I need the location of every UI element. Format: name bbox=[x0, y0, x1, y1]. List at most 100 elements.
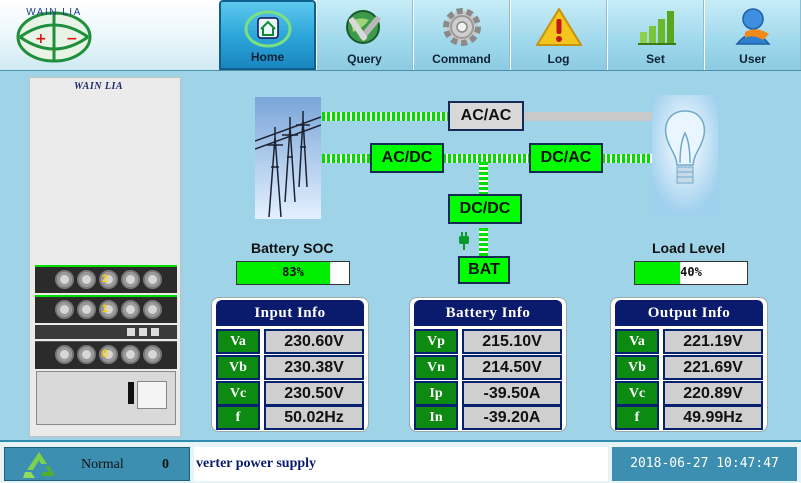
battery-row-ip: Ip -39.50A bbox=[414, 381, 562, 406]
tab-set[interactable]: Set bbox=[607, 0, 704, 70]
power-module-0: 0 bbox=[35, 341, 177, 369]
input-info-panel: Input Info Va 230.60V Vb 230.38V Vc 230.50V… bbox=[211, 297, 369, 432]
main-nav: Home Query Command Log Set User bbox=[219, 0, 801, 70]
output-row-va: Va 221.19V bbox=[615, 329, 763, 354]
tab-command[interactable]: Command bbox=[413, 0, 510, 70]
fan-icon bbox=[55, 345, 74, 364]
fan-icon bbox=[121, 270, 140, 289]
status-bar: Normal 0 verter power supply 2018-06-27 … bbox=[0, 440, 801, 483]
header-bar: + − WAIN LIA Home Query Command Log Set … bbox=[0, 0, 801, 71]
load-level-bar: 40% bbox=[634, 261, 748, 285]
tab-query[interactable]: Query bbox=[316, 0, 413, 70]
output-row-vc: Vc 220.89V bbox=[615, 381, 763, 406]
fan-icon bbox=[55, 270, 74, 289]
tab-home[interactable]: Home bbox=[219, 0, 316, 70]
input-line bbox=[322, 154, 370, 163]
input-info-title: Input Info bbox=[216, 300, 364, 326]
ups-cabinet-image: WAIN LIA 2 1 0 bbox=[29, 77, 181, 437]
battery-row-vn: Vn 214.50V bbox=[414, 355, 562, 380]
bar-chart-icon bbox=[637, 11, 676, 45]
input-row-vc: Vc 230.50V bbox=[216, 381, 364, 406]
battery-info-panel: Battery Info Vp 215.10V Vn 214.50V Ip -39.5… bbox=[409, 297, 567, 432]
status-left-panel[interactable]: Normal 0 bbox=[4, 447, 190, 481]
user-icon bbox=[734, 8, 771, 45]
fan-icon bbox=[143, 270, 162, 289]
status-message: verter power supply bbox=[196, 456, 317, 471]
output-value: 49.99Hz bbox=[663, 405, 763, 430]
battery-key: Vn bbox=[414, 355, 458, 380]
bypass-line bbox=[322, 112, 448, 121]
tab-home-label: Home bbox=[250, 50, 285, 64]
fan-icon bbox=[121, 300, 140, 319]
battery-soc-caption: Battery SOC bbox=[251, 240, 334, 256]
status-message-ticker: verter power supply bbox=[194, 447, 608, 481]
ac-ac-label: AC/AC bbox=[460, 107, 512, 124]
battery-block: BAT bbox=[458, 256, 510, 284]
battery-key: Ip bbox=[414, 381, 458, 406]
output-value: 221.69V bbox=[663, 355, 763, 380]
warning-icon bbox=[535, 8, 582, 46]
battery-value: -39.50A bbox=[462, 381, 562, 406]
module-number: 2 bbox=[102, 273, 109, 285]
output-value: 221.19V bbox=[663, 329, 763, 354]
svg-text:WAIN LIA: WAIN LIA bbox=[26, 7, 82, 18]
home-icon bbox=[244, 10, 291, 48]
dc-bus-vertical-line bbox=[479, 162, 488, 194]
battery-info-title: Battery Info bbox=[414, 300, 562, 326]
dc-ac-block: DC/AC bbox=[529, 143, 603, 173]
status-mode: Normal bbox=[81, 457, 124, 472]
power-module-2: 2 bbox=[35, 265, 177, 293]
port-icon bbox=[127, 328, 135, 336]
output-key: Vc bbox=[615, 381, 659, 406]
fan-icon bbox=[77, 300, 96, 319]
fan-icon bbox=[143, 300, 162, 319]
fan-icon bbox=[143, 345, 162, 364]
ac-dc-block: AC/DC bbox=[370, 143, 444, 173]
bypass-output-line bbox=[524, 112, 652, 121]
output-key: Va bbox=[615, 329, 659, 354]
battery-value: 215.10V bbox=[462, 329, 562, 354]
input-key: Vb bbox=[216, 355, 260, 380]
tab-user-label: User bbox=[739, 52, 766, 66]
dc-dc-label: DC/DC bbox=[459, 200, 511, 217]
ac-dc-label: AC/DC bbox=[381, 149, 433, 166]
output-info-title: Output Info bbox=[615, 300, 763, 326]
svg-text:+: + bbox=[35, 31, 47, 47]
tab-log-label: Log bbox=[547, 52, 570, 66]
module-number: 1 bbox=[102, 303, 109, 315]
tab-user[interactable]: User bbox=[704, 0, 801, 70]
fan-icon bbox=[55, 300, 74, 319]
input-key: Va bbox=[216, 329, 260, 354]
input-row-f: f 50.02Hz bbox=[216, 405, 364, 430]
breaker-panel bbox=[36, 371, 176, 425]
battery-key: In bbox=[414, 405, 458, 430]
tab-query-label: Query bbox=[347, 52, 382, 66]
company-logo: + − WAIN LIA bbox=[16, 7, 92, 63]
plug-icon bbox=[459, 232, 469, 250]
input-key: f bbox=[216, 405, 260, 430]
output-row-vb: Vb 221.69V bbox=[615, 355, 763, 380]
status-code: 0 bbox=[162, 457, 169, 472]
battery-soc-bar: 83% bbox=[236, 261, 350, 285]
ac-ac-block: AC/AC bbox=[448, 101, 524, 131]
input-value: 230.60V bbox=[264, 329, 364, 354]
fan-icon bbox=[121, 345, 140, 364]
battery-value: -39.20A bbox=[462, 405, 562, 430]
battery-value: 214.50V bbox=[462, 355, 562, 380]
breaker-switch bbox=[137, 381, 167, 409]
load-level-value: 40% bbox=[680, 265, 702, 279]
breaker-handle bbox=[128, 382, 134, 404]
output-info-panel: Output Info Va 221.19V Vb 221.69V Vc 220.89… bbox=[610, 297, 768, 432]
light-bulb-icon bbox=[652, 95, 718, 215]
tab-log[interactable]: Log bbox=[510, 0, 607, 70]
status-datetime: 2018-06-27 10:47:47 bbox=[612, 447, 797, 481]
input-row-vb: Vb 230.38V bbox=[216, 355, 364, 380]
fan-icon bbox=[77, 345, 96, 364]
battery-line bbox=[479, 228, 488, 256]
tab-set-label: Set bbox=[646, 52, 665, 66]
gear-icon bbox=[442, 8, 481, 46]
power-grid-icon bbox=[255, 97, 321, 219]
output-row-f: f 49.99Hz bbox=[615, 405, 763, 430]
port-icon bbox=[151, 328, 159, 336]
output-line bbox=[602, 154, 652, 163]
